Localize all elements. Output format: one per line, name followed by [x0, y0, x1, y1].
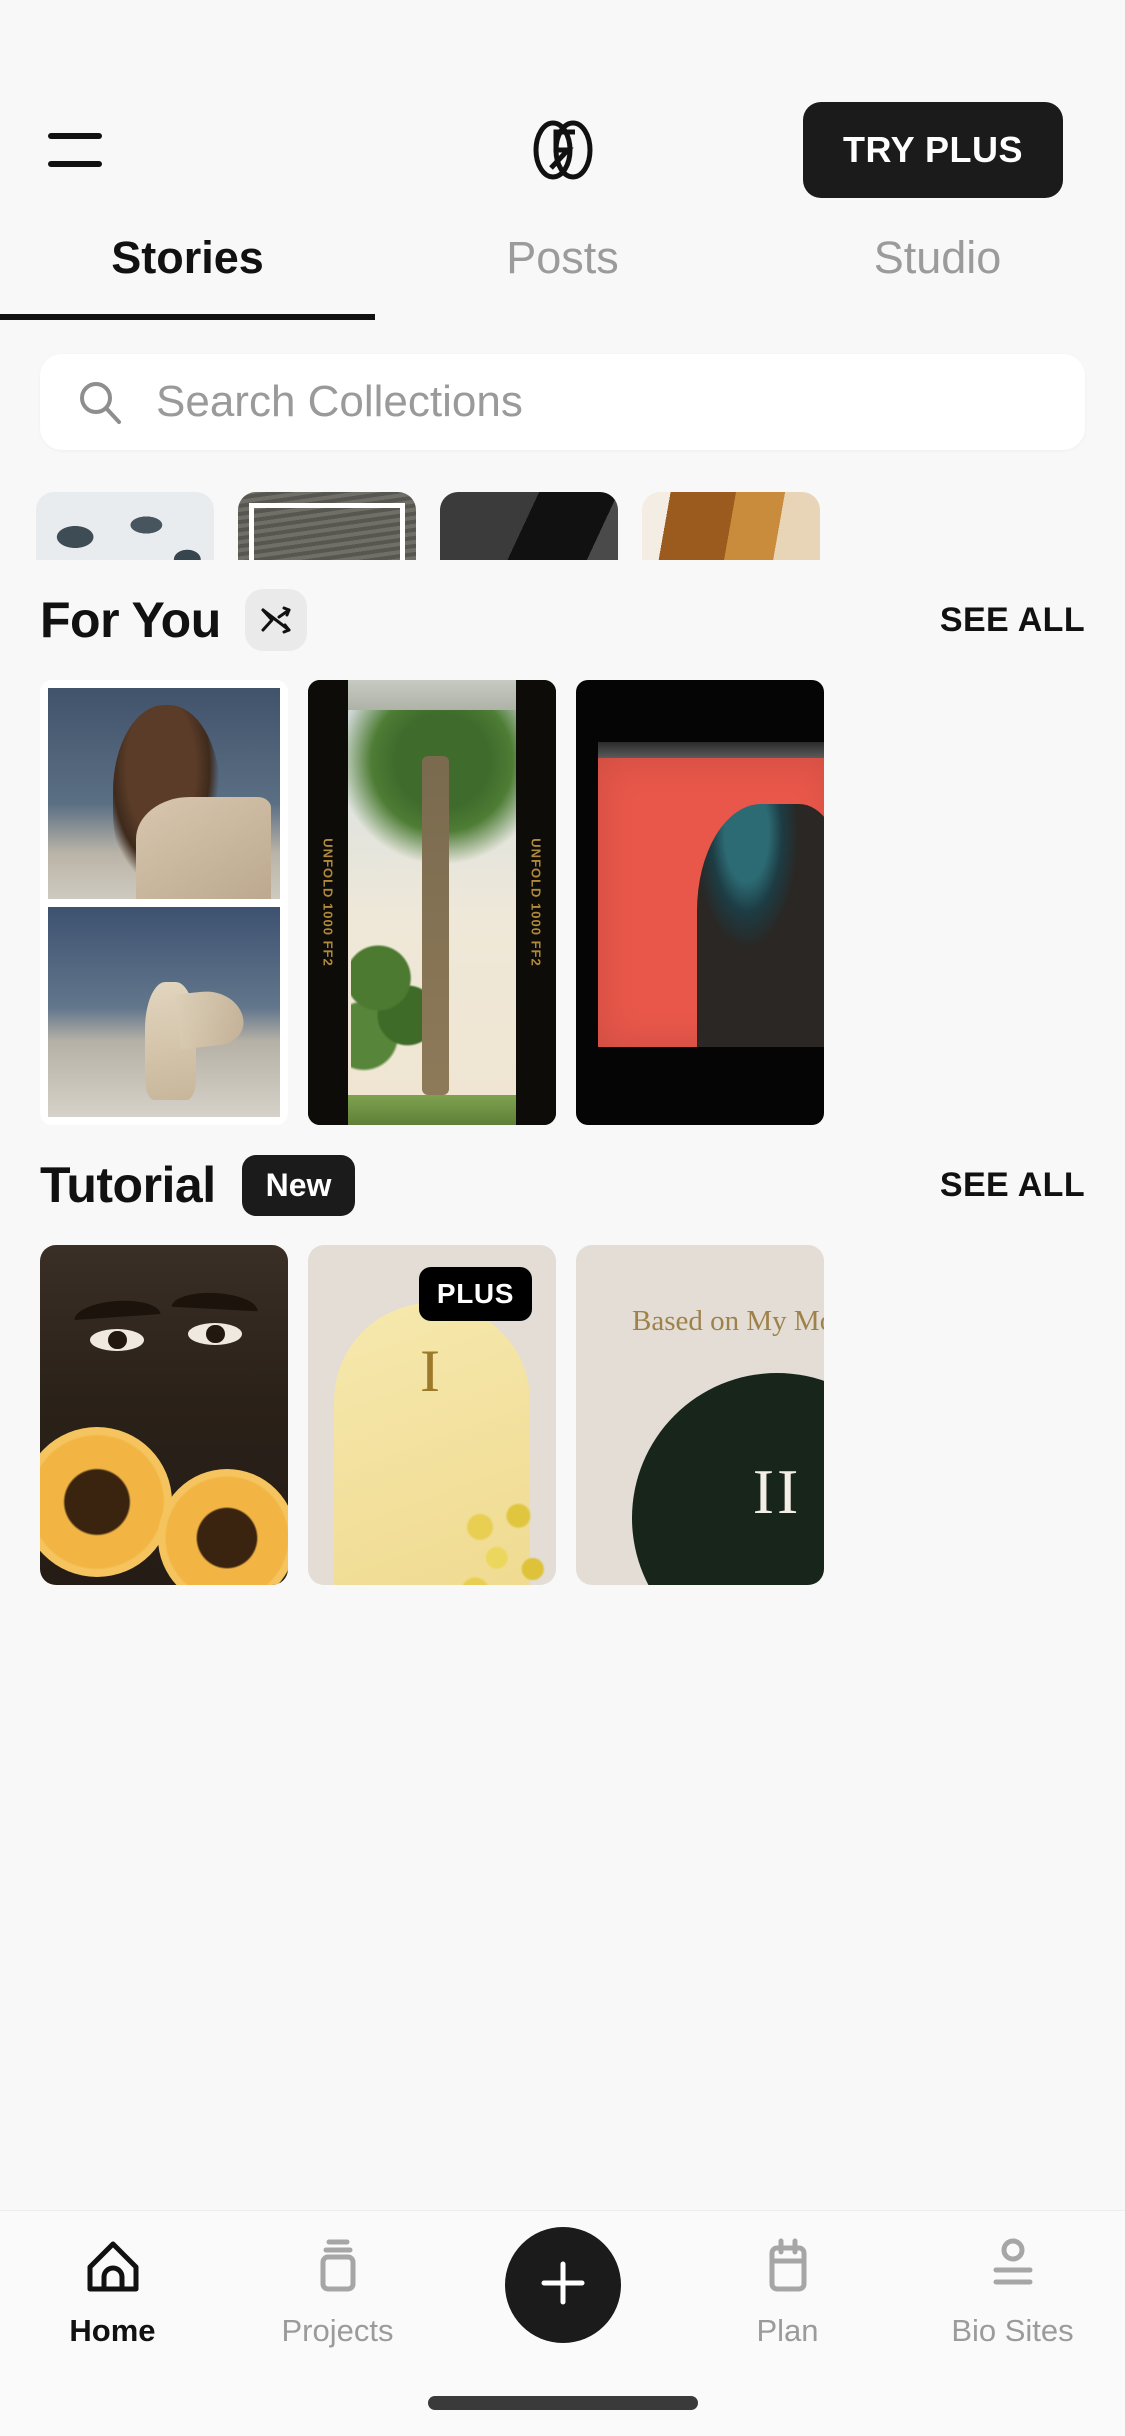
film-edge-left: UNFOLD 1000 FF2	[308, 680, 348, 1125]
film-photo-top	[348, 680, 516, 710]
tab-stories[interactable]: Stories	[0, 210, 375, 320]
app-screen: TRY PLUS Stories Posts Studio Search Col…	[0, 0, 1125, 2436]
mimosa-graphic	[443, 1485, 556, 1585]
tutorial-carousel[interactable]: I PLUS Based on My Mood II	[0, 1245, 1125, 1585]
nav-label: Projects	[281, 2313, 394, 2348]
calendar-icon	[755, 2233, 821, 2299]
nav-label: Plan	[756, 2313, 819, 2348]
section-title: Tutorial	[40, 1157, 216, 1213]
try-plus-button[interactable]: TRY PLUS	[802, 102, 1063, 198]
collage-photo	[48, 688, 280, 899]
for-you-see-all-link[interactable]: SEE ALL	[940, 601, 1085, 640]
for-you-section-header: For You SEE ALL	[0, 560, 1125, 680]
collection-thumb[interactable]	[238, 492, 416, 560]
search-section: Search Collections	[0, 320, 1125, 450]
search-icon	[74, 376, 126, 428]
tutorial-card-arch[interactable]: I PLUS	[308, 1245, 556, 1585]
collection-thumb[interactable]	[440, 492, 618, 560]
tab-posts[interactable]: Posts	[375, 210, 750, 320]
face-detail	[171, 1290, 259, 1312]
content-type-tabs: Stories Posts Studio	[0, 210, 1125, 320]
face-detail	[73, 1298, 161, 1320]
tab-studio[interactable]: Studio	[750, 210, 1125, 320]
face-detail	[188, 1323, 242, 1345]
nav-item-bio-sites[interactable]: Bio Sites	[900, 2233, 1125, 2349]
nav-item-projects[interactable]: Projects	[225, 2233, 450, 2349]
sunflower-graphic	[158, 1469, 288, 1585]
film-stock-label: UNFOLD 1000 FF2	[320, 838, 336, 967]
template-card-film-strip[interactable]: UNFOLD 1000 FF2 UNFOLD 1000 FF2	[308, 680, 556, 1125]
shuffle-icon[interactable]	[244, 589, 307, 651]
foliage	[351, 910, 443, 1080]
unfold-logo-icon	[518, 105, 608, 195]
card-caption: Based on My Mood	[632, 1305, 824, 1337]
projects-icon	[305, 2233, 371, 2299]
status-bar	[0, 0, 1125, 90]
film-edge-right: UNFOLD 1000 FF2	[516, 680, 556, 1125]
search-input[interactable]: Search Collections	[156, 377, 523, 427]
section-title: For You	[40, 592, 221, 648]
collage-layout	[48, 688, 280, 1117]
home-icon	[80, 2233, 146, 2299]
home-indicator	[427, 2396, 698, 2410]
film-photo-bottom	[348, 1095, 516, 1125]
roman-numeral: I	[420, 1338, 444, 1404]
app-header: TRY PLUS	[0, 90, 1125, 210]
tutorial-section-header: Tutorial New SEE ALL	[0, 1125, 1125, 1245]
collection-thumb[interactable]	[36, 492, 214, 560]
collage-photo	[48, 906, 280, 1117]
plus-badge: PLUS	[418, 1267, 532, 1321]
face-detail	[90, 1329, 144, 1351]
plus-icon	[536, 2256, 590, 2315]
poster-artwork	[598, 758, 824, 1047]
search-bar[interactable]: Search Collections	[40, 354, 1085, 450]
nav-label: Bio Sites	[951, 2313, 1074, 2348]
bio-sites-icon	[980, 2233, 1046, 2299]
tutorial-card-mood[interactable]: Based on My Mood II	[576, 1245, 824, 1585]
new-badge: New	[241, 1154, 356, 1216]
film-photo	[348, 710, 516, 1095]
nav-item-create[interactable]	[450, 2227, 675, 2343]
template-card-portrait-collage[interactable]	[40, 680, 288, 1125]
template-card-red-poster[interactable]	[576, 680, 824, 1125]
create-button[interactable]	[504, 2227, 621, 2343]
disc-graphic: II	[632, 1373, 824, 1585]
nav-item-plan[interactable]: Plan	[675, 2233, 900, 2349]
tutorial-card-sunflower[interactable]	[40, 1245, 288, 1585]
for-you-carousel[interactable]: UNFOLD 1000 FF2 UNFOLD 1000 FF2	[0, 680, 1125, 1125]
film-stock-label: UNFOLD 1000 FF2	[528, 838, 544, 967]
nav-label: Home	[69, 2313, 156, 2348]
hamburger-menu-icon[interactable]	[48, 127, 106, 173]
roman-numeral: II	[752, 1456, 802, 1527]
nav-item-home[interactable]: Home	[0, 2233, 225, 2349]
collections-carousel[interactable]	[0, 492, 1125, 560]
collection-thumb[interactable]	[642, 492, 820, 560]
tutorial-see-all-link[interactable]: SEE ALL	[940, 1166, 1085, 1205]
sunflower-graphic	[40, 1427, 172, 1577]
